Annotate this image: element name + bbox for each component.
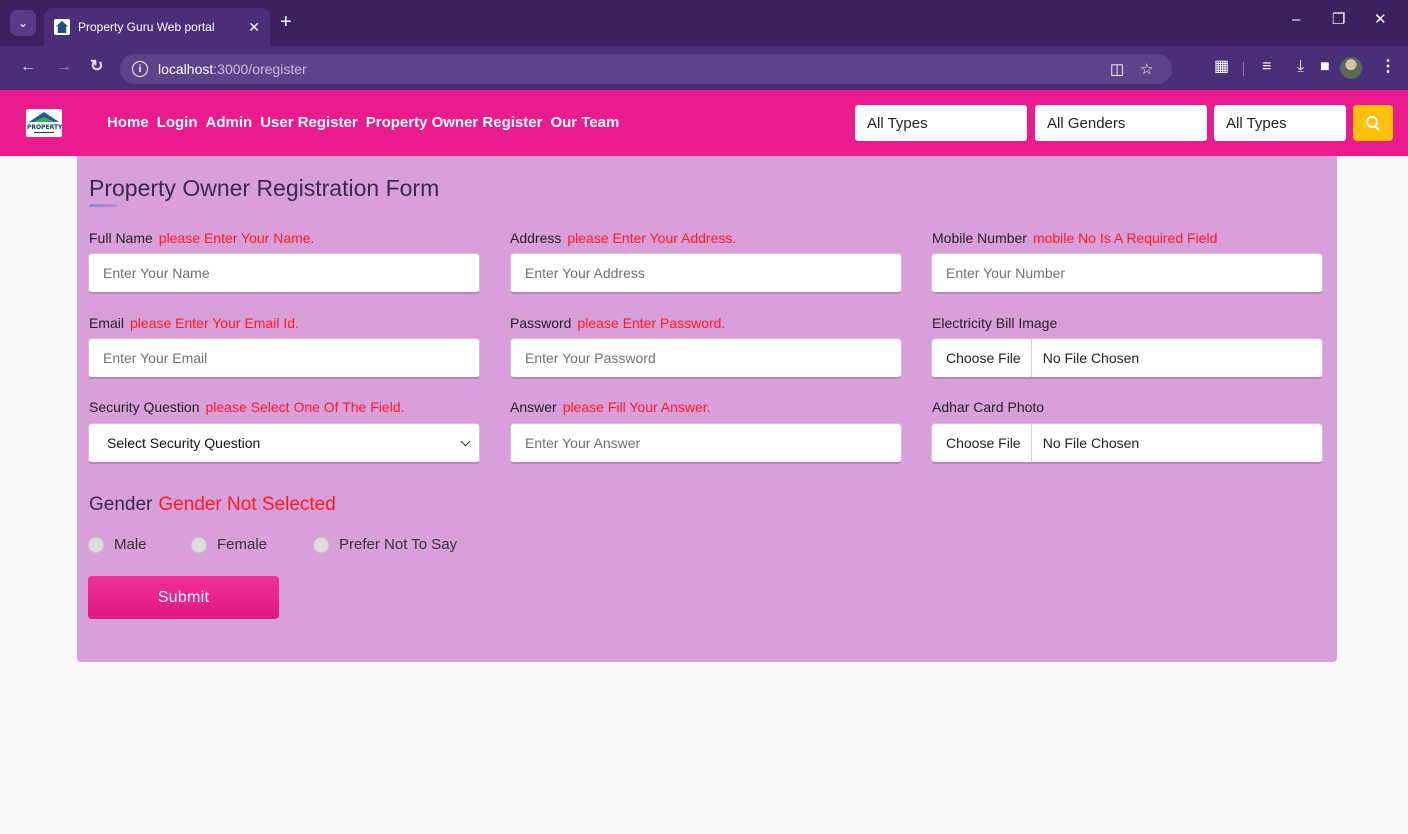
address-error: please Enter Your Address. xyxy=(567,230,737,246)
search-button[interactable] xyxy=(1353,105,1393,141)
chevron-down-icon xyxy=(460,436,471,446)
gender-option-prefer-not-to-say[interactable]: Prefer Not To Say xyxy=(313,536,457,553)
cast-screen-icon[interactable]: ◫ xyxy=(1110,60,1124,78)
answer-label: Answer please Fill Your Answer. xyxy=(510,399,711,415)
electricity-bill-choose-file-button[interactable]: Choose File xyxy=(932,339,1032,377)
security-question-selected: Select Security Question xyxy=(107,435,261,451)
restore-icon[interactable]: ❐ xyxy=(1332,12,1345,28)
email-input[interactable]: Enter Your Email xyxy=(88,338,480,379)
nav-user-register[interactable]: User Register xyxy=(260,114,358,131)
adhar-card-choose-file-button[interactable]: Choose File xyxy=(932,424,1032,462)
prefer-not-to-say-radio-label: Prefer Not To Say xyxy=(339,536,458,553)
female-radio-label: Female xyxy=(217,536,268,553)
site-logo[interactable]: PROPERTY xyxy=(26,109,62,137)
url-path: :3000/oregister xyxy=(213,61,307,77)
password-input[interactable]: Enter Your Password xyxy=(510,338,902,379)
type-filter-select-2[interactable]: All Types xyxy=(1214,105,1346,141)
logo-underline xyxy=(34,132,54,133)
adhar-card-file-input[interactable]: Choose File No File Chosen xyxy=(931,423,1323,464)
female-radio[interactable] xyxy=(191,536,207,553)
extensions-puzzle-icon[interactable]: ▦ xyxy=(1214,58,1229,76)
new-tab-plus-icon[interactable]: + xyxy=(280,12,292,32)
male-radio-label: Male xyxy=(114,536,147,553)
gender-option-female[interactable]: Female xyxy=(191,536,267,553)
email-error: please Enter Your Email Id. xyxy=(130,315,299,331)
gender-error: Gender Not Selected xyxy=(158,494,336,515)
answer-input[interactable]: Enter Your Answer xyxy=(510,423,902,464)
browser-tab[interactable]: Property Guru Web portal ✕ xyxy=(44,8,270,46)
browser-tabstrip: ⌄ Property Guru Web portal ✕ + – ❐ ✕ xyxy=(0,0,1408,46)
security-question-label: Security Question please Select One Of Th… xyxy=(89,399,405,415)
electricity-bill-label: Electricity Bill Image xyxy=(932,315,1058,331)
nav-property-owner-register[interactable]: Property Owner Register xyxy=(366,114,543,131)
form-title: Property Owner Registration Form xyxy=(89,175,440,201)
submit-button[interactable]: Submit xyxy=(88,576,279,619)
nav-home[interactable]: Home xyxy=(107,114,149,131)
mobile-input[interactable]: Enter Your Number xyxy=(931,253,1323,294)
nav-links: Home Login Admin User Register Property … xyxy=(107,114,627,131)
logo-text: PROPERTY xyxy=(27,124,62,131)
address-input[interactable]: Enter Your Address xyxy=(510,253,902,294)
url-host: localhost xyxy=(158,61,214,77)
adhar-card-file-name: No File Chosen xyxy=(1042,435,1140,451)
back-arrow-icon[interactable]: ← xyxy=(20,58,36,76)
tab-title: Property Guru Web portal xyxy=(78,20,215,34)
bookmark-star-icon[interactable]: ☆ xyxy=(1140,60,1153,78)
nav-login[interactable]: Login xyxy=(157,114,198,131)
nav-our-team[interactable]: Our Team xyxy=(550,114,619,131)
toolbar-divider xyxy=(1243,62,1244,76)
nav-admin[interactable]: Admin xyxy=(206,114,253,131)
tab-search-chevron-icon[interactable]: ⌄ xyxy=(10,10,36,36)
full-name-error: please Enter Your Name. xyxy=(158,230,315,246)
electricity-bill-file-name: No File Chosen xyxy=(1042,350,1140,366)
password-error: please Enter Password. xyxy=(577,315,726,331)
search-icon xyxy=(1366,116,1380,130)
site-info-icon[interactable]: i xyxy=(132,61,148,77)
gender-label: Gender Gender Not Selected xyxy=(89,494,336,515)
address-bar[interactable]: i localhost:3000/oregister ◫ ☆ xyxy=(120,54,1172,84)
security-question-error: please Select One Of The Field. xyxy=(205,399,405,415)
full-name-input[interactable]: Enter Your Name xyxy=(88,253,480,294)
email-label: Email please Enter Your Email Id. xyxy=(89,315,299,331)
download-icon[interactable]: ⤓ xyxy=(1297,58,1304,76)
minimize-icon[interactable]: – xyxy=(1292,12,1300,28)
gender-filter-select[interactable]: All Genders xyxy=(1035,105,1207,141)
gender-option-male[interactable]: Male xyxy=(88,536,147,553)
profile-avatar[interactable] xyxy=(1340,57,1362,79)
full-name-label: Full Name please Enter Your Name. xyxy=(89,230,315,246)
browser-toolbar: ← → ↻ i localhost:3000/oregister ◫ ☆ ▦ ≡… xyxy=(0,46,1408,90)
mobile-label: Mobile Number mobile No Is A Required Fie… xyxy=(932,230,1218,246)
address-label: Address please Enter Your Address. xyxy=(510,230,737,246)
reading-list-icon[interactable]: ≡ xyxy=(1262,58,1271,76)
answer-error: please Fill Your Answer. xyxy=(562,399,711,415)
site-favicon-icon xyxy=(54,19,70,35)
male-radio[interactable] xyxy=(88,536,104,553)
forward-arrow-icon[interactable]: → xyxy=(56,58,72,76)
side-panel-icon[interactable]: ■ xyxy=(1320,58,1330,76)
tab-close-icon[interactable]: ✕ xyxy=(248,19,260,36)
password-label: Password please Enter Password. xyxy=(510,315,726,331)
title-underline xyxy=(89,204,117,207)
adhar-card-label: Adhar Card Photo xyxy=(932,399,1045,415)
window-close-icon[interactable]: ✕ xyxy=(1374,12,1387,28)
electricity-bill-file-input[interactable]: Choose File No File Chosen xyxy=(931,338,1323,379)
security-question-select[interactable]: Select Security Question xyxy=(88,423,480,464)
site-navbar: PROPERTY Home Login Admin User Register … xyxy=(0,90,1408,156)
reload-icon[interactable]: ↻ xyxy=(90,58,103,76)
prefer-not-to-say-radio[interactable] xyxy=(313,536,329,553)
browser-menu-icon[interactable]: ⋮ xyxy=(1380,58,1396,76)
type-filter-select[interactable]: All Types xyxy=(855,105,1027,141)
mobile-error: mobile No Is A Required Field xyxy=(1032,230,1218,246)
